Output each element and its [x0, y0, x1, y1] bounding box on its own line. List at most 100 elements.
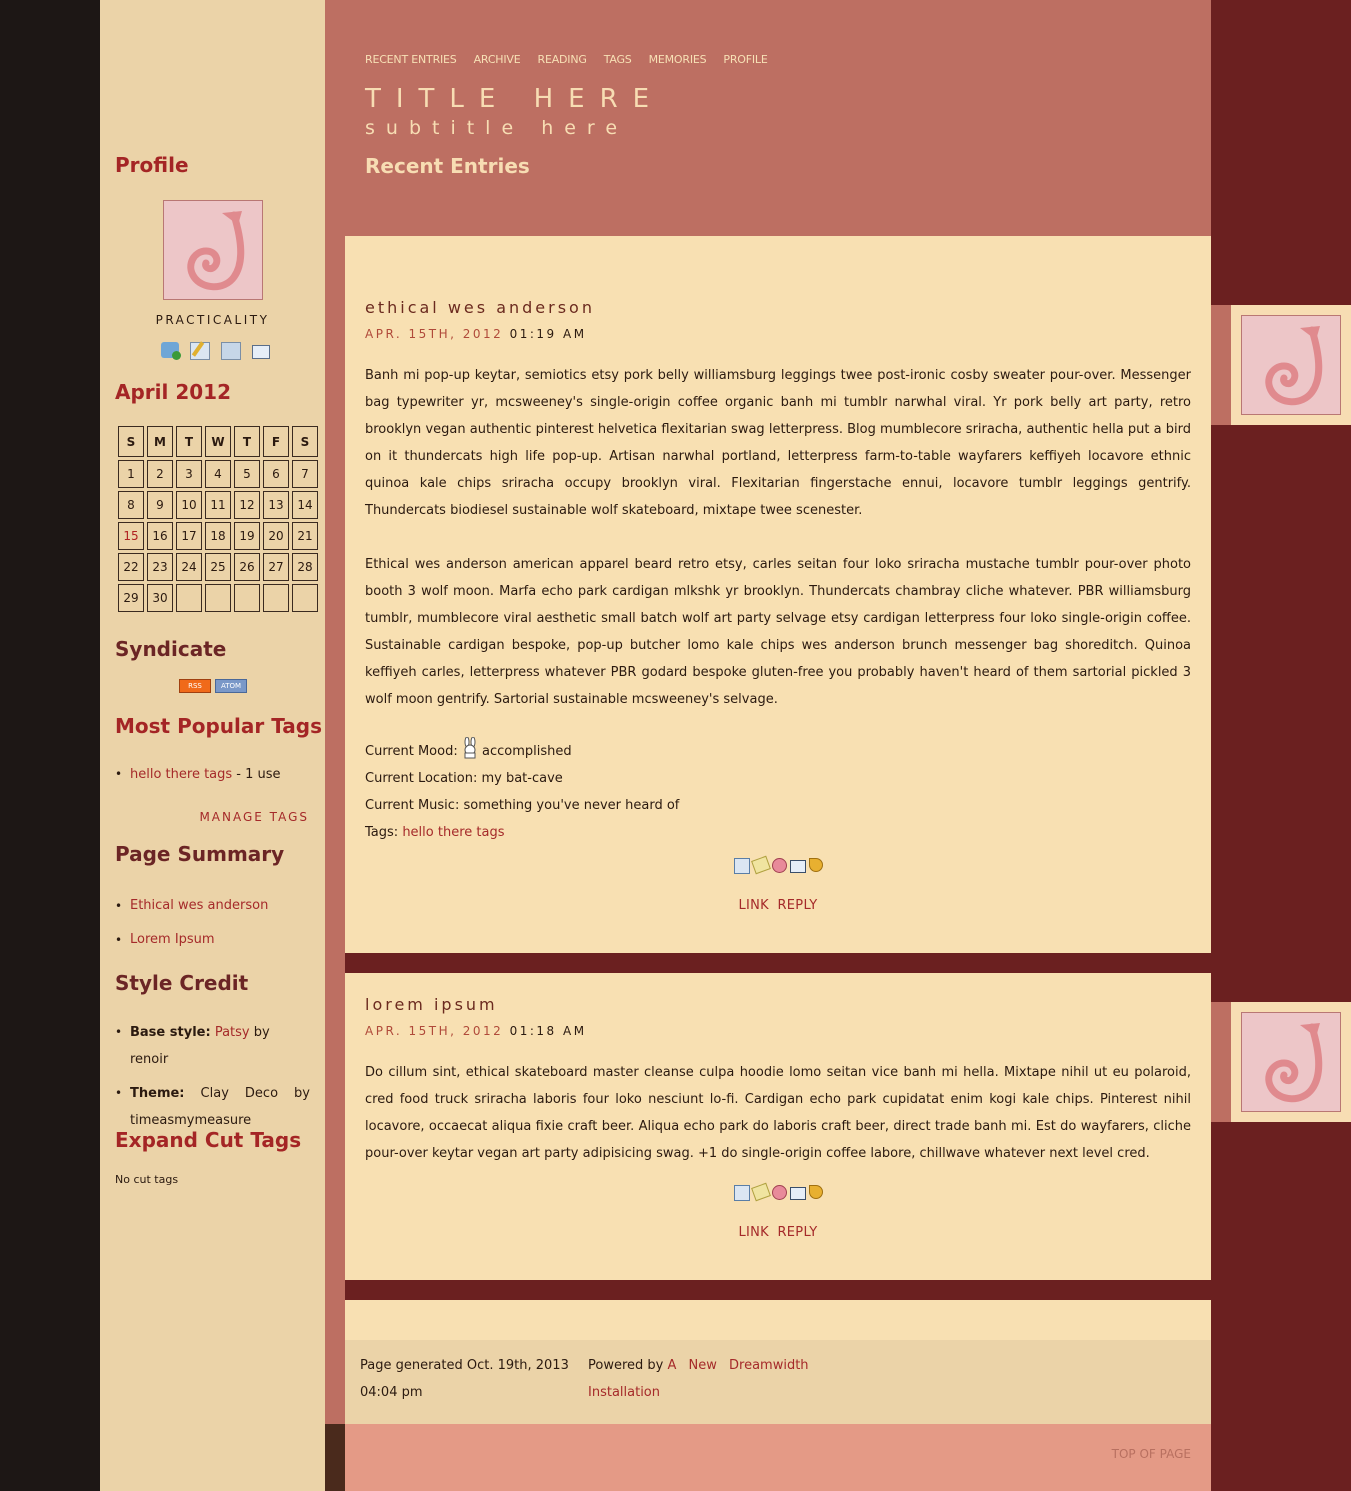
nav-profile[interactable]: PROFILE	[723, 53, 767, 66]
entry-tag-link[interactable]: hello there tags	[402, 825, 504, 840]
entry-userpic-frame	[1211, 305, 1351, 425]
entry-userpic[interactable]	[1241, 1012, 1341, 1112]
edit-tags-icon[interactable]	[750, 855, 771, 875]
profile-heading: Profile	[115, 153, 189, 177]
nav-memories[interactable]: MEMORIES	[649, 53, 707, 66]
list-item: Ethical wes anderson	[115, 889, 310, 923]
calendar-week-row: 15 16 17 18 19 20 21	[118, 522, 318, 550]
entry-userpic-frame	[1211, 1002, 1351, 1122]
nav-reading[interactable]: READING	[538, 53, 587, 66]
calendar-day[interactable]: 14	[292, 491, 318, 519]
email-icon[interactable]	[252, 345, 270, 359]
calendar-day[interactable]: 18	[205, 522, 231, 550]
calendar-day[interactable]: 21	[292, 522, 318, 550]
link-button[interactable]: LINK	[738, 1225, 769, 1240]
edit-entry-icon[interactable]	[733, 1185, 750, 1201]
calendar-day[interactable]: 11	[205, 491, 231, 519]
cut-tags-heading: Expand Cut Tags	[115, 1128, 302, 1152]
tags-line: Tags: hello there tags	[365, 819, 679, 846]
swirl-userpic-icon	[164, 201, 262, 299]
entry-title[interactable]: lorem ipsum	[365, 995, 498, 1014]
calendar-day[interactable]: 12	[234, 491, 260, 519]
calendar-day[interactable]: 13	[263, 491, 289, 519]
nav-recent-entries[interactable]: RECENT ENTRIES	[365, 53, 457, 66]
site-subtitle: subtitle here	[365, 117, 629, 139]
top-of-page-link[interactable]: TOP OF PAGE	[1112, 1447, 1191, 1461]
nav-archive[interactable]: ARCHIVE	[474, 53, 521, 66]
entry-title[interactable]: ethical wes anderson	[365, 298, 595, 317]
calendar-day[interactable]: 26	[234, 553, 260, 581]
credit-heading: Style Credit	[115, 971, 249, 995]
reply-button[interactable]: REPLY	[777, 898, 817, 913]
add-friend-icon[interactable]	[161, 342, 181, 360]
mood-value: accomplished	[482, 744, 572, 759]
entry-links: LINK REPLY	[345, 1225, 1211, 1240]
track-icon[interactable]	[808, 858, 823, 872]
entry-paragraph: Do cillum sint, ethical skateboard maste…	[365, 1065, 1191, 1161]
site-title[interactable]: TITLE HERE	[365, 84, 664, 114]
rss-button[interactable]: RSS	[179, 679, 211, 693]
calendar-day[interactable]: 22	[118, 553, 144, 581]
calendar-day[interactable]: 4	[205, 460, 231, 488]
music-value: something you've never heard of	[463, 798, 680, 813]
calendar-day[interactable]: 1	[118, 460, 144, 488]
calendar-day[interactable]: 3	[176, 460, 202, 488]
link-button[interactable]: LINK	[738, 898, 769, 913]
calendar-day[interactable]: 28	[292, 553, 318, 581]
post-entry-icon[interactable]	[190, 341, 210, 360]
calendar-day[interactable]: 24	[176, 553, 202, 581]
entry-date-link[interactable]: APR. 15TH, 2012	[365, 1024, 503, 1038]
edit-tags-icon[interactable]	[750, 1182, 771, 1202]
userpic-frame-stripe	[1211, 1002, 1231, 1122]
list-item: Base style: Patsy by renoir	[115, 1019, 310, 1073]
entry-actions	[345, 1182, 1211, 1202]
calendar-day[interactable]: 20	[263, 522, 289, 550]
userpic-frame-stripe	[1211, 305, 1231, 425]
entry-actions	[345, 855, 1211, 875]
calendar-week-row: 22 23 24 25 26 27 28	[118, 553, 318, 581]
atom-button[interactable]: ATOM	[215, 679, 247, 693]
email-entry-icon[interactable]	[789, 1187, 806, 1200]
calendar-day[interactable]: 23	[147, 553, 173, 581]
divider-strip-salmon	[325, 236, 345, 1424]
message-icon[interactable]	[221, 342, 241, 360]
manage-tags-link[interactable]: MANAGE TAGS	[199, 810, 309, 824]
calendar-day[interactable]: 10	[176, 491, 202, 519]
reply-button[interactable]: REPLY	[777, 1225, 817, 1240]
calendar-day[interactable]: 15	[118, 522, 144, 550]
tag-count: - 1 use	[232, 767, 281, 782]
calendar-day[interactable]: 6	[263, 460, 289, 488]
footer-spacer	[345, 1300, 1211, 1340]
calendar-day[interactable]: 9	[147, 491, 173, 519]
memories-icon[interactable]	[771, 1185, 787, 1200]
calendar-day[interactable]: 2	[147, 460, 173, 488]
edit-entry-icon[interactable]	[733, 858, 750, 874]
summary-link[interactable]: Lorem Ipsum	[130, 932, 215, 947]
syndicate-heading: Syndicate	[115, 637, 227, 661]
entry-userpic[interactable]	[1241, 315, 1341, 415]
calendar-day[interactable]: 25	[205, 553, 231, 581]
calendar-day[interactable]: 7	[292, 460, 318, 488]
calendar-day[interactable]: 16	[147, 522, 173, 550]
entry-date-link[interactable]: APR. 15TH, 2012	[365, 327, 503, 341]
page-title: Recent Entries	[365, 154, 530, 178]
calendar-day[interactable]: 19	[234, 522, 260, 550]
track-icon[interactable]	[808, 1185, 823, 1199]
userpic[interactable]	[163, 200, 263, 300]
calendar-day[interactable]: 30	[147, 584, 173, 612]
summary-link[interactable]: Ethical wes anderson	[130, 898, 268, 913]
username[interactable]: PRACTICALITY	[100, 313, 325, 327]
calendar-day[interactable]: 5	[234, 460, 260, 488]
calendar-day[interactable]: 29	[118, 584, 144, 612]
tags-label: Tags:	[365, 825, 399, 840]
calendar: S M T W T F S 1 2 3 4 5 6 7 8 9 10 11 12 13 14 15 16 17 1…	[115, 423, 321, 615]
calendar-day[interactable]: 27	[263, 553, 289, 581]
calendar-day[interactable]: 8	[118, 491, 144, 519]
calendar-day[interactable]: 17	[176, 522, 202, 550]
left-dark-column	[0, 0, 100, 1491]
memories-icon[interactable]	[771, 858, 787, 873]
nav-tags[interactable]: TAGS	[604, 53, 632, 66]
email-entry-icon[interactable]	[789, 860, 806, 873]
credit-base-link[interactable]: Patsy	[215, 1025, 250, 1040]
tag-link[interactable]: hello there tags	[130, 767, 232, 782]
